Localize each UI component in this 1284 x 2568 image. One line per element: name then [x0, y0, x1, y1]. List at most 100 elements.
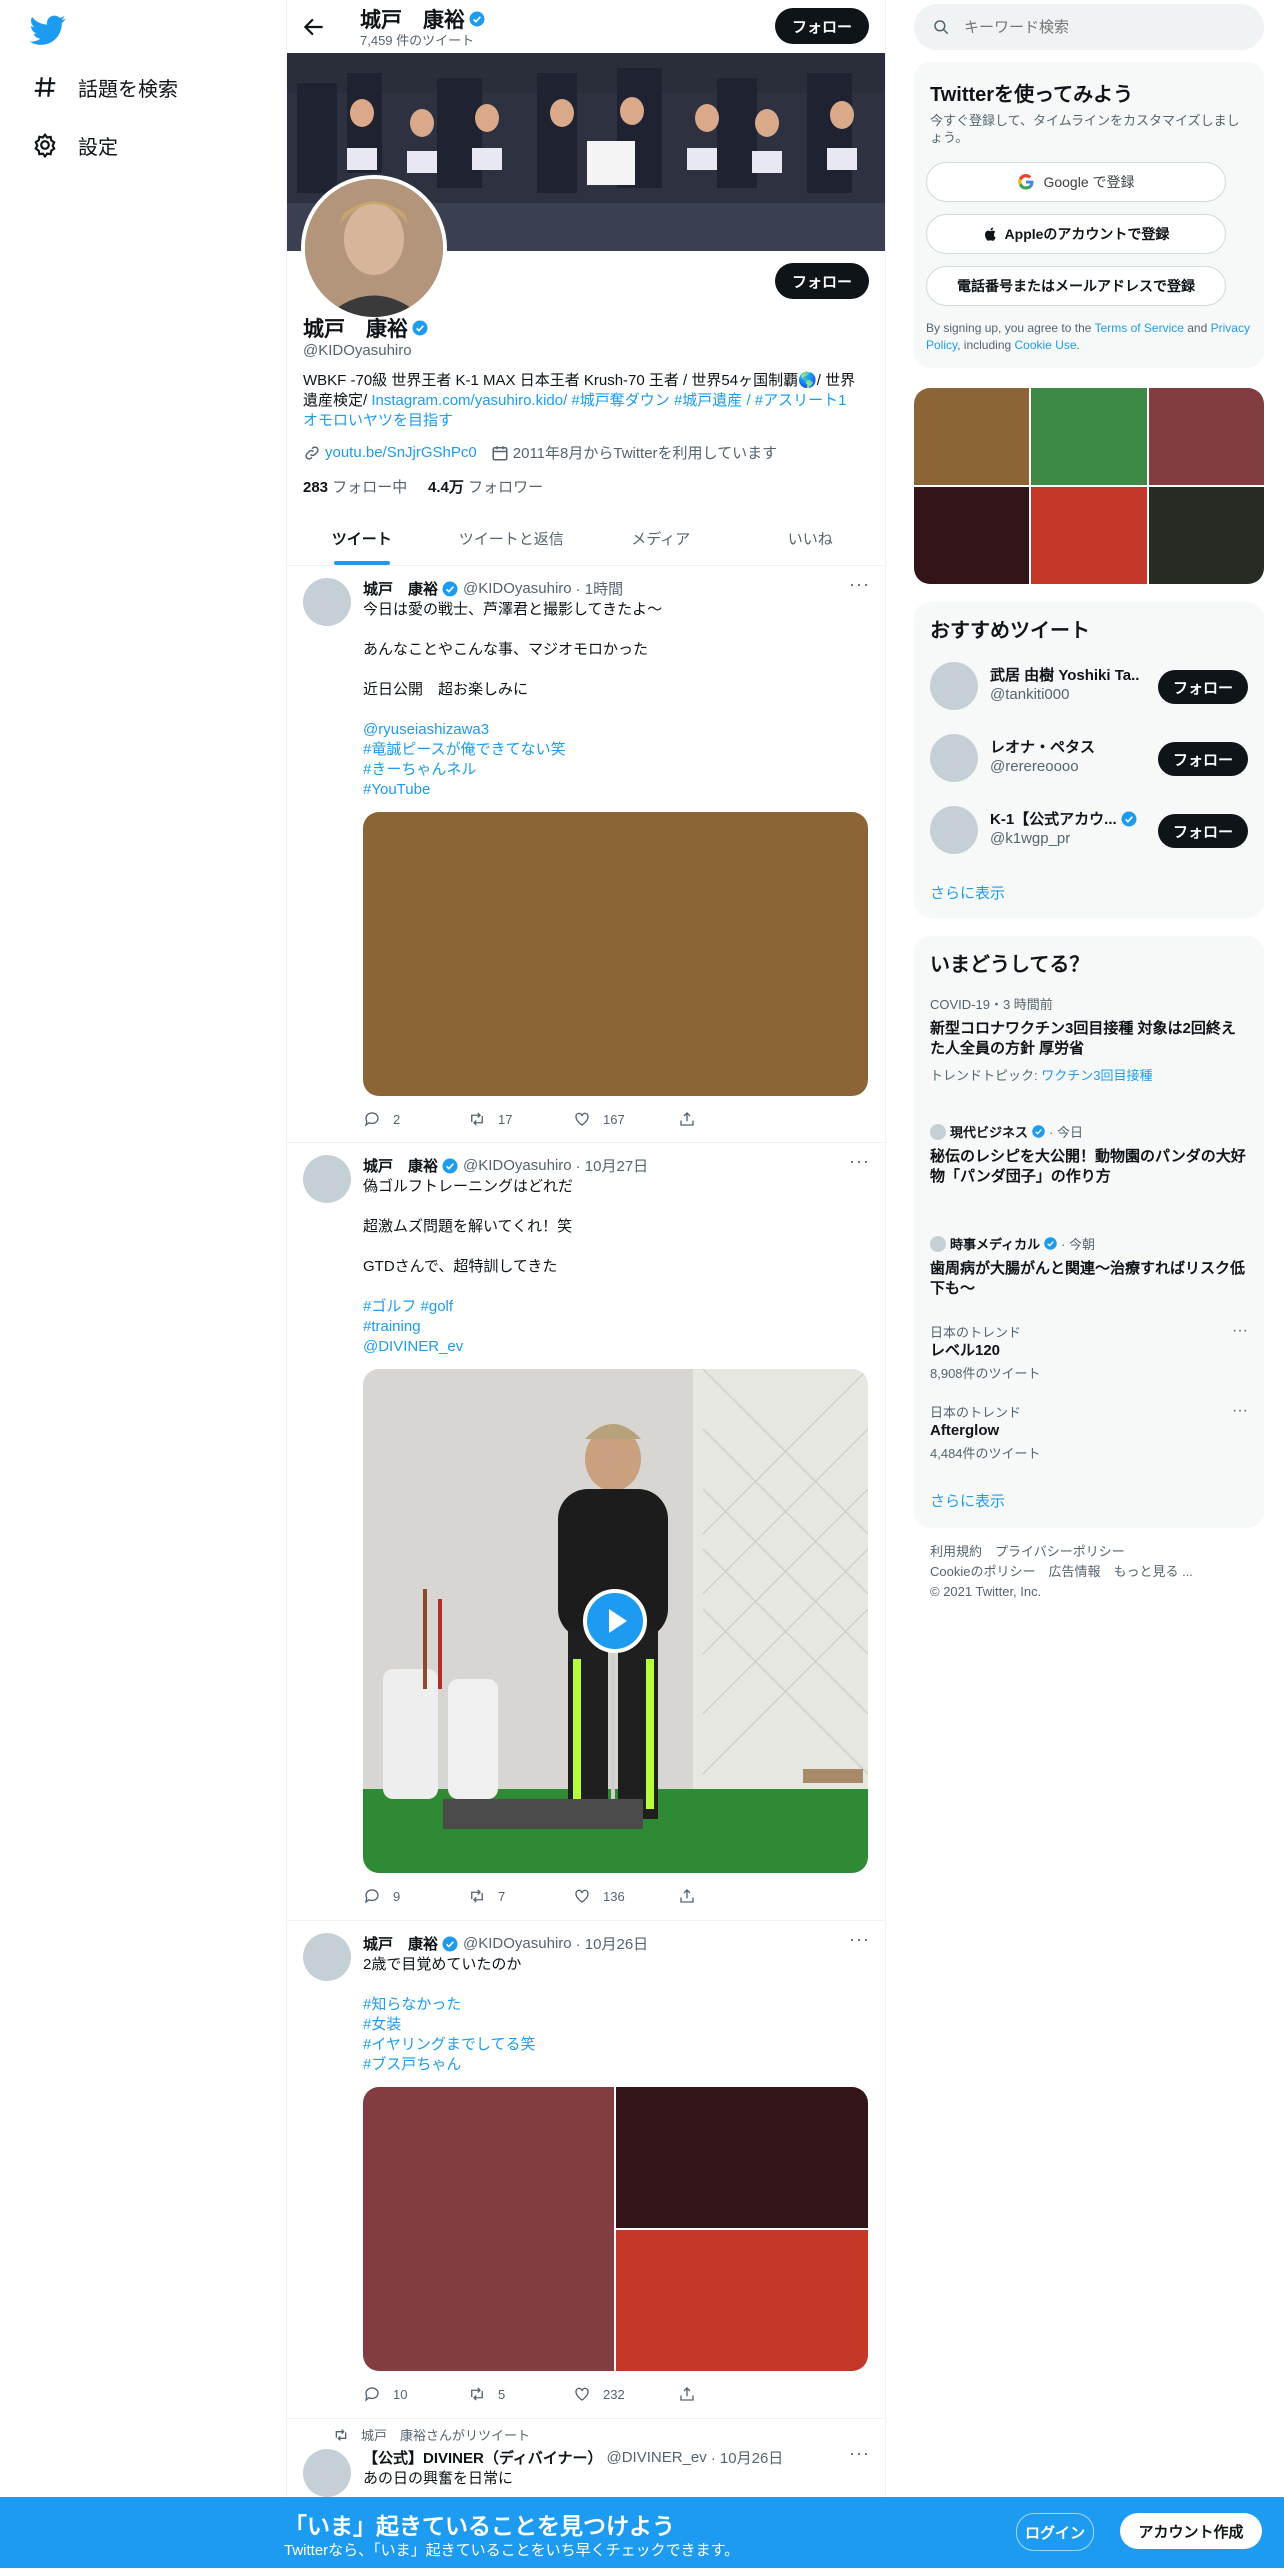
- trend-item[interactable]: 現代ビジネス · 今日 秘伝のレシピを大公開！動物園のパンダの大好物「パンダ団子」…: [930, 1122, 1248, 1187]
- tweet-time[interactable]: · 10月26日: [711, 2447, 784, 2468]
- recommend-user[interactable]: レオナ・ペタス @rerereoooo フォロー: [930, 728, 1250, 784]
- bio-instagram-link[interactable]: Instagram.com/yasuhiro.kido/: [371, 392, 567, 409]
- media-thumb[interactable]: [1031, 487, 1147, 584]
- tweet-media-image[interactable]: [616, 2087, 868, 2228]
- tweet-header: 城戸 康裕 @KIDOyasuhiro · 1時間: [363, 578, 624, 599]
- media-thumb[interactable]: [914, 388, 1029, 485]
- apple-icon: [984, 227, 996, 241]
- tweet-media-image[interactable]: [363, 812, 868, 1096]
- retweet-button[interactable]: 5: [468, 2385, 573, 2403]
- followers-link[interactable]: 4.4万 フォロワー: [428, 479, 543, 496]
- profile-avatar[interactable]: [301, 175, 447, 321]
- header-follow-button[interactable]: フォロー: [775, 8, 869, 44]
- like-button[interactable]: 136: [573, 1887, 678, 1905]
- tweet-text: 偽ゴルフトレーニングはどれだ 超激ムズ問題を解いてくれ！笑 GTDさんで、超特訓…: [363, 1178, 574, 1355]
- tweet-media-image[interactable]: [616, 2230, 868, 2371]
- like-button[interactable]: 167: [573, 1110, 678, 1128]
- share-button[interactable]: [678, 2385, 783, 2403]
- recommend-show-more[interactable]: さらに表示: [930, 882, 1005, 903]
- recommend-avatar[interactable]: [930, 806, 978, 854]
- tab-tweets-replies[interactable]: ツイートと返信: [437, 511, 587, 565]
- profile-follow-button[interactable]: フォロー: [775, 263, 869, 299]
- tweet-time[interactable]: · 10月26日: [576, 1933, 649, 1954]
- footer-line-2[interactable]: Cookieのポリシー 広告情報 もっと見る ...: [930, 1562, 1230, 1582]
- reply-button[interactable]: 9: [363, 1887, 468, 1905]
- bio-tail[interactable]: オモロいヤツを目指す: [303, 412, 453, 429]
- trend-item[interactable]: 日本のトレンド レベル120 8,908件のツイート ···: [930, 1322, 1248, 1382]
- retweet-context: 城戸 康裕さんがリツイート: [333, 2425, 530, 2444]
- tweet-3[interactable]: 城戸 康裕 @KIDOyasuhiro · 10月26日 ··· 2歳で目覚めて…: [287, 1921, 885, 2419]
- recommend-follow-button[interactable]: フォロー: [1158, 670, 1248, 704]
- recommend-user[interactable]: 武居 由樹 Yoshiki Ta... @tankiti000 フォロー: [930, 656, 1250, 712]
- media-thumb[interactable]: [1149, 487, 1264, 584]
- following-link[interactable]: 283 フォロー中: [303, 479, 407, 496]
- verified-badge-icon: [412, 320, 428, 336]
- recommend-follow-button[interactable]: フォロー: [1158, 742, 1248, 776]
- bio-hashtags[interactable]: #城戸奪ダウン #城戸遺産 / #アスリート1: [567, 392, 846, 409]
- recommend-avatar[interactable]: [930, 734, 978, 782]
- terms-link[interactable]: Terms of Service: [1095, 321, 1184, 335]
- media-thumb[interactable]: [1149, 388, 1264, 485]
- more-options-icon[interactable]: ···: [1232, 1402, 1248, 1420]
- trend-item[interactable]: 日本のトレンド Afterglow 4,484件のツイート ···: [930, 1402, 1248, 1462]
- like-button[interactable]: 232: [573, 2385, 678, 2403]
- tab-likes[interactable]: いいね: [736, 511, 886, 565]
- profile-name: 城戸 康裕: [303, 313, 429, 343]
- reply-button[interactable]: 2: [363, 1110, 468, 1128]
- recommend-follow-button[interactable]: フォロー: [1158, 814, 1248, 848]
- google-signup-button[interactable]: Google で登録: [926, 162, 1226, 202]
- tweet-video[interactable]: [363, 1369, 868, 1873]
- tweet-header: 城戸 康裕 @KIDOyasuhiro · 10月27日: [363, 1155, 649, 1176]
- back-arrow-icon[interactable]: [301, 14, 327, 40]
- trend-topic-link[interactable]: ワクチン3回目接種: [1041, 1068, 1152, 1083]
- nav-settings[interactable]: 設定: [32, 121, 118, 169]
- cookie-link[interactable]: Cookie Use: [1015, 338, 1077, 352]
- more-options-icon[interactable]: ···: [849, 1151, 869, 1172]
- reply-button[interactable]: 10: [363, 2385, 468, 2403]
- trends-show-more[interactable]: さらに表示: [930, 1490, 1005, 1511]
- retweet-button[interactable]: 7: [468, 1887, 573, 1905]
- trend-item[interactable]: 時事メディカル · 今朝 歯周病が大腸がんと関連～治療すればリスク低下も～: [930, 1234, 1248, 1299]
- footer-line-1[interactable]: 利用規約 プライバシーポリシー: [930, 1542, 1230, 1562]
- profile-website-link[interactable]: youtu.be/SnJjrGShPc0: [325, 444, 477, 461]
- nav-explore[interactable]: 話題を検索: [32, 63, 178, 111]
- more-options-icon[interactable]: ···: [849, 574, 869, 595]
- tweet-2[interactable]: 城戸 康裕 @KIDOyasuhiro · 10月27日 ··· 偽ゴルフトレー…: [287, 1143, 885, 1921]
- tweet-avatar[interactable]: [303, 2449, 351, 2497]
- apple-signup-button[interactable]: Appleのアカウントで登録: [926, 214, 1226, 254]
- search-bar[interactable]: [914, 4, 1264, 50]
- media-thumb[interactable]: [1031, 388, 1147, 485]
- tweet-time[interactable]: · 10月27日: [576, 1155, 649, 1176]
- tweet-actions: 10 5 232: [363, 2385, 783, 2403]
- tweet-text: 2歳で目覚めていたのか #知らなかった #女装 #イヤリングまでしてる笑 #ブス…: [363, 1956, 536, 2073]
- tab-tweets[interactable]: ツイート: [287, 511, 437, 565]
- media-thumb[interactable]: [914, 487, 1029, 584]
- recommend-user[interactable]: K-1【公式アカウ... @k1wgp_pr フォロー: [930, 800, 1250, 856]
- tweet-avatar[interactable]: [303, 578, 351, 626]
- more-options-icon[interactable]: ···: [1232, 1322, 1248, 1340]
- reply-icon: [364, 1889, 379, 1904]
- trend-item[interactable]: COVID-19・3 時間前 新型コロナワクチン3回目接種 対象は2回終えた人全…: [930, 994, 1248, 1084]
- nav-settings-label: 設定: [78, 136, 118, 159]
- more-options-icon[interactable]: ···: [849, 1929, 869, 1950]
- tweet-1[interactable]: 城戸 康裕 @KIDOyasuhiro · 1時間 ··· 今日は愛の戦士、芦澤…: [287, 566, 885, 1143]
- more-options-icon[interactable]: ···: [849, 2443, 869, 2464]
- tab-media[interactable]: メディア: [586, 511, 736, 565]
- share-button[interactable]: [678, 1887, 783, 1905]
- recommend-avatar[interactable]: [930, 662, 978, 710]
- tweet-media-image[interactable]: [363, 2087, 614, 2371]
- retweet-button[interactable]: 17: [468, 1110, 573, 1128]
- tweet-avatar[interactable]: [303, 1155, 351, 1203]
- bottom-bar-subtitle: Twitterなら、「いま」起きていることをいち早くチェックできます。: [284, 2542, 740, 2559]
- phone-email-signup-button[interactable]: 電話番号またはメールアドレスで登録: [926, 266, 1226, 306]
- profile-bio: WBKF -70級 世界王者 K-1 MAX 日本王者 Krush-70 王者 …: [303, 372, 856, 429]
- signup-button[interactable]: アカウント作成: [1120, 2513, 1262, 2549]
- verified-badge-icon: [442, 581, 458, 596]
- twitter-logo-icon[interactable]: [30, 12, 66, 48]
- login-button[interactable]: ログイン: [1016, 2513, 1094, 2551]
- search-input[interactable]: [962, 17, 1226, 37]
- share-button[interactable]: [678, 1110, 783, 1128]
- tweet-avatar[interactable]: [303, 1933, 351, 1981]
- play-button[interactable]: [583, 1589, 647, 1653]
- tweet-time[interactable]: · 1時間: [576, 578, 624, 599]
